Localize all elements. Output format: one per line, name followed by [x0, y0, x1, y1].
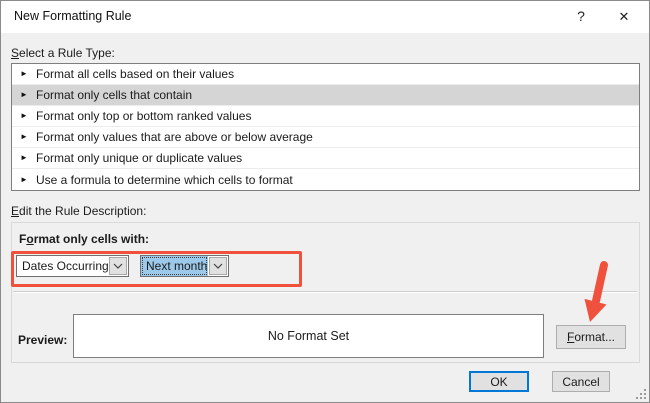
arrow-bullet-icon: ►	[20, 70, 30, 78]
chevron-down-icon	[213, 263, 223, 269]
format-only-cells-with-label: Format only cells with:	[19, 232, 149, 246]
preview-text: No Format Set	[268, 329, 349, 343]
rule-type-item-cells-contain[interactable]: ► Format only cells that contain	[12, 85, 639, 106]
arrow-bullet-icon: ►	[20, 112, 30, 120]
condition-type-dropdown[interactable]: Dates Occurring	[16, 255, 129, 277]
rule-type-item-label: Format only unique or duplicate values	[36, 151, 242, 165]
condition-type-dropdown-button[interactable]	[109, 257, 127, 275]
rule-type-item-average[interactable]: ► Format only values that are above or b…	[12, 127, 639, 148]
chevron-down-icon	[113, 263, 123, 269]
format-preview-box: No Format Set	[73, 314, 544, 358]
format-button[interactable]: Format...	[556, 325, 626, 349]
rule-type-item-ranked[interactable]: ► Format only top or bottom ranked value…	[12, 106, 639, 127]
preview-label: Preview:	[18, 333, 67, 347]
dialog-title: New Formatting Rule	[14, 1, 131, 32]
condition-value-dropdown-button[interactable]	[209, 257, 227, 275]
arrow-bullet-icon: ►	[20, 133, 30, 141]
rule-type-item-label: Format all cells based on their values	[36, 67, 234, 81]
ok-button[interactable]: OK	[469, 371, 529, 392]
title-bar: New Formatting Rule ? ✕	[1, 1, 649, 33]
rule-type-item-formula[interactable]: ► Use a formula to determine which cells…	[12, 169, 639, 190]
arrow-bullet-icon: ►	[20, 176, 30, 184]
rule-type-item-label: Format only cells that contain	[36, 88, 192, 102]
rule-type-item-unique-duplicate[interactable]: ► Format only unique or duplicate values	[12, 148, 639, 169]
help-icon: ?	[577, 8, 585, 24]
arrow-bullet-icon: ►	[20, 154, 30, 162]
groupbox-separator	[13, 291, 637, 293]
condition-value-dropdown[interactable]: Next month	[140, 255, 229, 277]
help-button[interactable]: ?	[564, 1, 598, 32]
resize-grip[interactable]	[636, 389, 646, 399]
close-icon: ✕	[619, 9, 630, 24]
select-rule-type-label: Select a Rule Type:	[11, 46, 115, 60]
edit-rule-description-label: Edit the Rule Description:	[11, 204, 146, 218]
arrow-bullet-icon: ►	[20, 91, 30, 99]
condition-type-value: Dates Occurring	[17, 256, 108, 276]
rule-type-item-label: Use a formula to determine which cells t…	[36, 173, 293, 187]
rule-type-item-label: Format only top or bottom ranked values	[36, 109, 251, 123]
rule-type-listbox: ► Format all cells based on their values…	[11, 63, 640, 191]
condition-value-value: Next month	[141, 256, 208, 276]
close-button[interactable]: ✕	[607, 1, 641, 32]
cancel-button[interactable]: Cancel	[552, 371, 610, 392]
rule-type-item-values[interactable]: ► Format all cells based on their values	[12, 64, 639, 85]
new-formatting-rule-dialog: New Formatting Rule ? ✕ Select a Rule Ty…	[0, 0, 650, 403]
rule-type-item-label: Format only values that are above or bel…	[36, 130, 313, 144]
